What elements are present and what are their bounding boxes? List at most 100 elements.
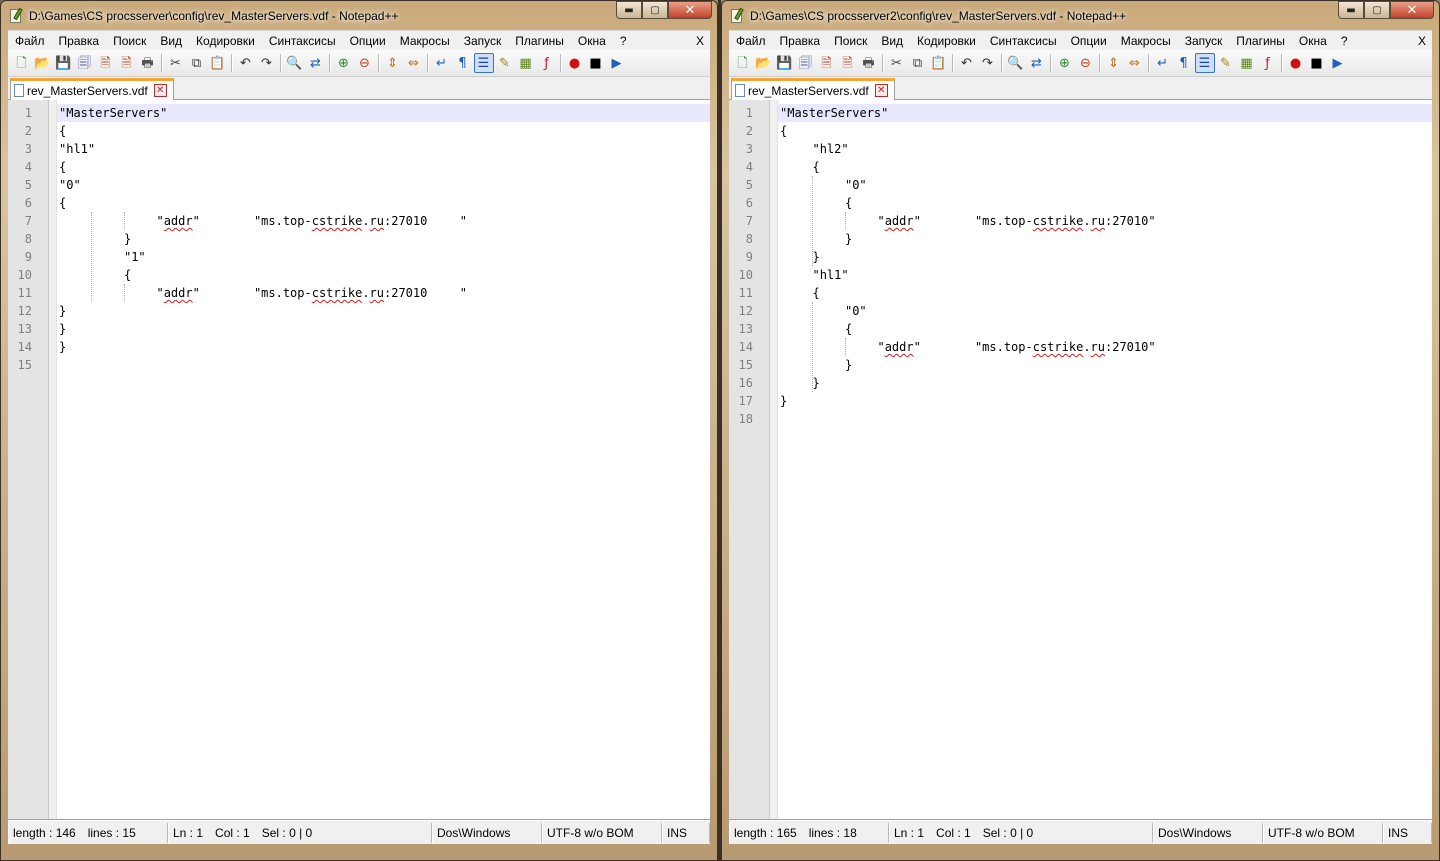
menu-item-4[interactable]: Кодировки <box>189 31 262 51</box>
menu-item-7[interactable]: Макросы <box>393 31 457 51</box>
code-line[interactable]: } <box>778 374 1432 392</box>
print-icon[interactable]: 🖶 <box>859 53 879 73</box>
save-icon[interactable]: 💾 <box>775 53 795 73</box>
undo-icon[interactable]: ↶ <box>236 53 256 73</box>
close-file-icon[interactable]: 🗎 <box>817 53 837 73</box>
menu-item-3[interactable]: Вид <box>874 31 910 51</box>
record-macro-icon[interactable]: ● <box>1286 53 1306 73</box>
zoom-out-icon[interactable]: ⊖ <box>1076 53 1096 73</box>
code-area[interactable]: "MasterServers" {"hl2" {"0" {"addr" "ms.top-… <box>778 100 1432 819</box>
document-tab[interactable]: rev_MasterServers.vdf ✕ <box>10 78 174 100</box>
function-list-icon[interactable]: ƒ <box>537 53 557 73</box>
code-line[interactable]: { <box>778 122 1432 140</box>
new-file-icon[interactable]: 🗋 <box>12 53 32 73</box>
document-tab[interactable]: rev_MasterServers.vdf ✕ <box>731 78 895 100</box>
word-wrap-icon[interactable]: ↵ <box>432 53 452 73</box>
close-window-button[interactable]: ✕ <box>668 1 712 19</box>
undo-icon[interactable]: ↶ <box>957 53 977 73</box>
code-line[interactable]: { <box>57 266 710 284</box>
menu-item-1[interactable]: Правка <box>52 31 107 51</box>
code-line[interactable]: "addr""ms.top-cstrike.ru:27010" <box>57 212 710 230</box>
replace-icon[interactable]: ⇄ <box>1027 53 1047 73</box>
code-line[interactable]: } <box>57 302 710 320</box>
replace-icon[interactable]: ⇄ <box>306 53 326 73</box>
menu-item-8[interactable]: Запуск <box>457 31 509 51</box>
code-line[interactable]: } <box>778 392 1432 410</box>
sync-vertical-icon[interactable]: ⇕ <box>1104 53 1124 73</box>
menu-item-8[interactable]: Запуск <box>1178 31 1230 51</box>
zoom-in-icon[interactable]: ⊕ <box>334 53 354 73</box>
sync-horizontal-icon[interactable]: ⇔ <box>404 53 424 73</box>
paste-icon[interactable]: 📋 <box>929 53 949 73</box>
menu-item-11[interactable]: ? <box>1334 31 1355 51</box>
menu-item-0[interactable]: Файл <box>729 31 773 51</box>
find-icon[interactable]: 🔍 <box>285 53 305 73</box>
menu-item-6[interactable]: Опции <box>1064 31 1114 51</box>
cut-icon[interactable]: ✂ <box>887 53 907 73</box>
fold-margin[interactable] <box>49 100 57 819</box>
code-line[interactable]: "1" <box>57 248 710 266</box>
code-line[interactable]: "hl2" <box>778 140 1432 158</box>
close-tab-icon[interactable]: ✕ <box>874 84 888 97</box>
title-bar[interactable]: D:\Games\CS procsserver2\config\rev_Mast… <box>729 1 1434 30</box>
close-file-icon[interactable]: 🗎 <box>96 53 116 73</box>
function-list-icon[interactable]: ƒ <box>1258 53 1278 73</box>
save-all-icon[interactable]: 🗐 <box>796 53 816 73</box>
find-icon[interactable]: 🔍 <box>1006 53 1026 73</box>
stop-macro-icon[interactable]: ■ <box>1307 53 1327 73</box>
close-all-icon[interactable]: 🗎 <box>117 53 137 73</box>
code-line[interactable] <box>57 356 710 374</box>
notepad-app-icon[interactable] <box>729 7 745 24</box>
zoom-out-icon[interactable]: ⊖ <box>355 53 375 73</box>
notepad-app-icon[interactable] <box>8 7 24 24</box>
code-line[interactable]: } <box>57 320 710 338</box>
maximize-button[interactable]: ▢ <box>642 1 668 19</box>
editor-area[interactable]: 1 2 3 4 5 6 7 8 9 10 11 12 13 14 15 16 17 18 "MasterServe… <box>729 100 1432 820</box>
code-line[interactable]: { <box>778 284 1432 302</box>
save-icon[interactable]: 💾 <box>54 53 74 73</box>
code-line[interactable]: } <box>778 230 1432 248</box>
code-line[interactable]: "0" <box>778 176 1432 194</box>
close-document-button[interactable]: X <box>1418 31 1426 51</box>
code-line[interactable]: "addr""ms.top-cstrike.ru:27010" <box>778 338 1432 356</box>
word-wrap-icon[interactable]: ↵ <box>1153 53 1173 73</box>
menu-item-6[interactable]: Опции <box>343 31 393 51</box>
code-line[interactable]: } <box>57 338 710 356</box>
doc-map-icon[interactable]: ▦ <box>1237 53 1257 73</box>
menu-item-9[interactable]: Плагины <box>508 31 571 51</box>
indent-guide-icon[interactable]: ☰ <box>1194 53 1215 73</box>
code-line[interactable]: { <box>57 194 710 212</box>
fold-margin[interactable] <box>770 100 778 819</box>
code-line[interactable]: "hl1" <box>57 140 710 158</box>
close-tab-icon[interactable]: ✕ <box>153 84 167 97</box>
code-line[interactable]: "MasterServers" <box>778 104 1432 122</box>
sync-vertical-icon[interactable]: ⇕ <box>383 53 403 73</box>
code-line[interactable]: { <box>778 158 1432 176</box>
code-line[interactable]: { <box>57 122 710 140</box>
copy-icon[interactable]: ⧉ <box>187 53 207 73</box>
menu-item-3[interactable]: Вид <box>153 31 189 51</box>
minimize-button[interactable]: ▬ <box>1338 1 1364 19</box>
code-line[interactable]: } <box>778 356 1432 374</box>
menu-item-9[interactable]: Плагины <box>1229 31 1292 51</box>
notepad-window-left[interactable]: D:\Games\CS procsserver\config\rev_Maste… <box>0 0 718 861</box>
menu-item-0[interactable]: Файл <box>8 31 52 51</box>
code-line[interactable]: "0" <box>57 176 710 194</box>
maximize-button[interactable]: ▢ <box>1364 1 1390 19</box>
editor-area[interactable]: 1 2 3 4 5 6 7 8 9 10 11 12 13 14 15 "MasterServers"{"h… <box>8 100 710 820</box>
menu-item-1[interactable]: Правка <box>773 31 828 51</box>
code-line[interactable]: "hl1" <box>778 266 1432 284</box>
sync-horizontal-icon[interactable]: ⇔ <box>1125 53 1145 73</box>
minimize-button[interactable]: ▬ <box>616 1 642 19</box>
menu-item-2[interactable]: Поиск <box>827 31 874 51</box>
code-line[interactable]: "addr""ms.top-cstrike.ru:27010" <box>778 212 1432 230</box>
close-window-button[interactable]: ✕ <box>1390 1 1434 19</box>
code-line[interactable] <box>778 410 1432 428</box>
close-all-icon[interactable]: 🗎 <box>838 53 858 73</box>
doc-map-icon[interactable]: ▦ <box>516 53 536 73</box>
code-line[interactable]: "MasterServers" <box>57 104 710 122</box>
user-language-icon[interactable]: ✎ <box>495 53 515 73</box>
new-file-icon[interactable]: 🗋 <box>733 53 753 73</box>
open-file-icon[interactable]: 📂 <box>33 53 53 73</box>
print-icon[interactable]: 🖶 <box>138 53 158 73</box>
